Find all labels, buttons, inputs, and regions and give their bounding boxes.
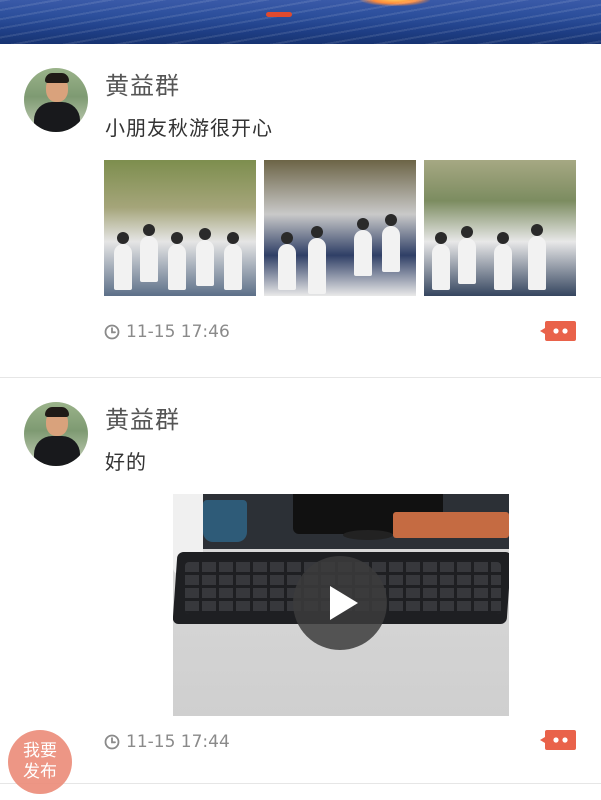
publish-button[interactable]: 我要 发布	[8, 730, 72, 794]
post-text: 小朋友秋游很开心	[105, 116, 273, 140]
author-name[interactable]: 黄益群	[105, 66, 180, 101]
photo-figure	[224, 232, 242, 290]
photo-figure	[382, 214, 400, 272]
video-scene-notebook	[393, 512, 509, 538]
photo-figure	[168, 232, 186, 290]
post-photo-2[interactable]	[264, 160, 416, 296]
post-item: 黄益群 好的 11-15 17:44	[0, 378, 601, 784]
banner-indicator[interactable]	[266, 12, 292, 17]
photo-figure	[140, 224, 158, 282]
header-banner	[0, 0, 601, 44]
post-photo-3[interactable]	[424, 160, 576, 296]
video-scene-mug	[203, 500, 247, 542]
video-scene-monitor-base	[343, 530, 393, 540]
post-text: 好的	[105, 450, 147, 474]
clock-icon	[104, 734, 120, 750]
play-button[interactable]	[293, 556, 387, 650]
photo-figure	[308, 226, 326, 294]
clock-icon	[104, 324, 120, 340]
avatar-hair	[45, 407, 69, 417]
banner-waves	[0, 0, 601, 44]
avatar-body	[34, 102, 80, 132]
publish-button-line2: 发布	[23, 762, 57, 782]
avatar-body	[34, 436, 80, 466]
play-icon	[330, 586, 358, 620]
author-name[interactable]: 黄益群	[105, 400, 180, 435]
post-meta: 11-15 17:46	[104, 322, 230, 342]
post-photo-1[interactable]	[104, 160, 256, 296]
post-time: 11-15 17:44	[126, 732, 230, 752]
photo-figure	[114, 232, 132, 290]
avatar-hair	[45, 73, 69, 83]
comment-icon[interactable]	[539, 728, 577, 752]
avatar[interactable]	[24, 402, 88, 466]
photo-figure	[354, 218, 372, 276]
post-item: 黄益群 小朋友秋游很开心 11-15 17:46	[0, 44, 601, 378]
comment-icon[interactable]	[539, 319, 577, 343]
post-video[interactable]	[173, 494, 509, 716]
photo-figure	[278, 232, 296, 290]
post-meta: 11-15 17:44	[104, 732, 230, 752]
photo-figure	[528, 224, 546, 290]
photo-figure	[494, 232, 512, 290]
photo-figure	[196, 228, 214, 286]
photo-figure	[458, 226, 476, 284]
photo-figure	[432, 232, 450, 290]
publish-button-line1: 我要	[23, 741, 57, 761]
post-time: 11-15 17:46	[126, 322, 230, 342]
avatar[interactable]	[24, 68, 88, 132]
